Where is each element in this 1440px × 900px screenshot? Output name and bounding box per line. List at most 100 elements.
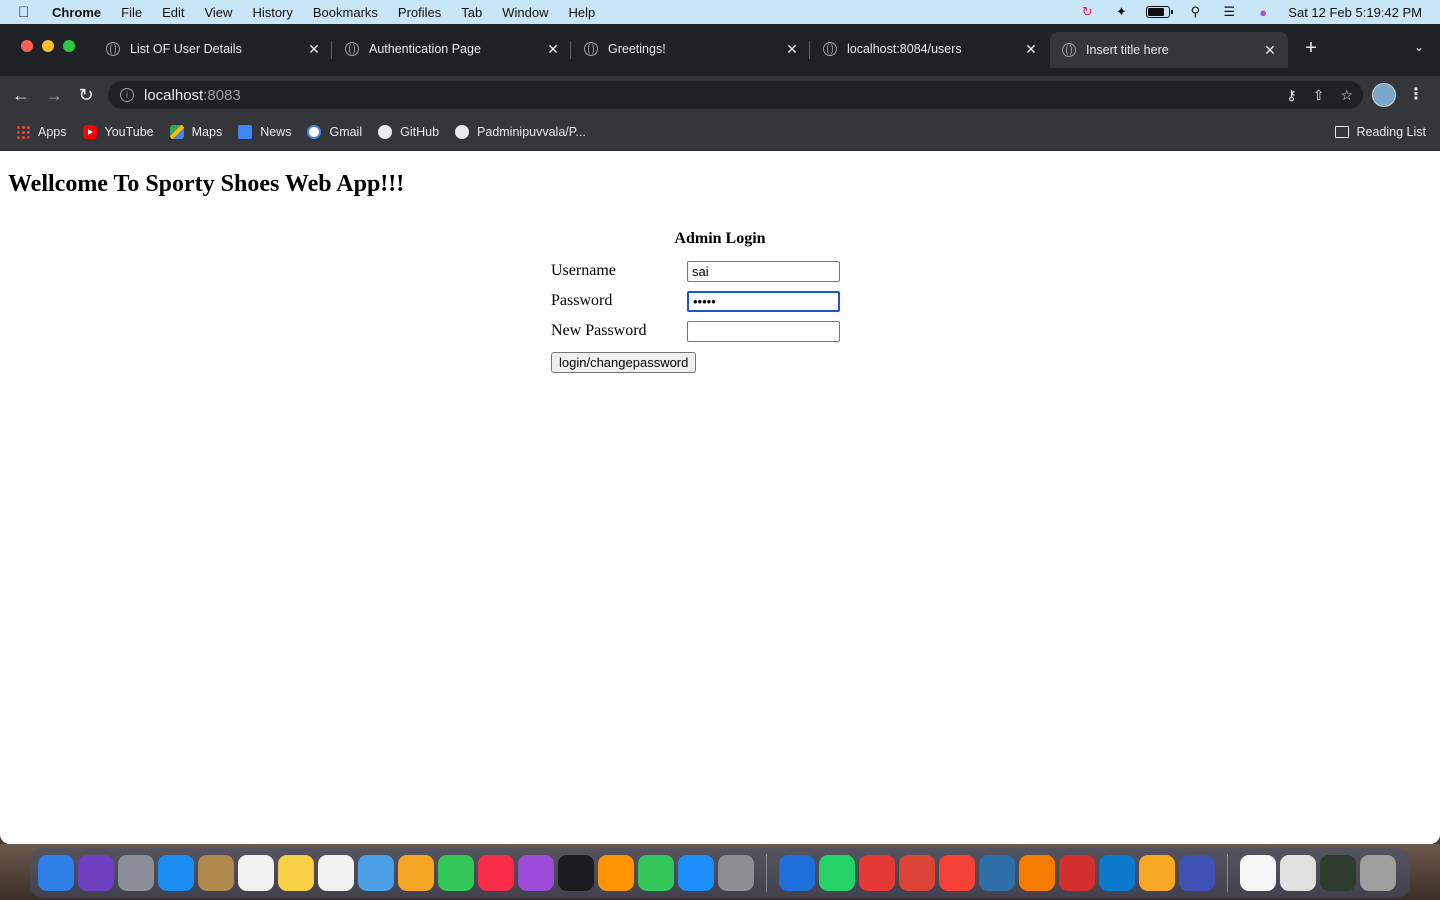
tab-list-of-user-details[interactable]: List OF User Details ✕ [94,32,332,66]
menu-view[interactable]: View [204,5,232,20]
dock-app-icon[interactable] [1240,855,1276,891]
dock-app-icon[interactable] [779,855,815,891]
reading-list-button[interactable]: Reading List [1334,125,1427,139]
tab-strip: List OF User Details ✕ Authentication Pa… [0,24,1440,76]
menu-window[interactable]: Window [502,5,548,20]
minimize-window-button[interactable] [42,40,54,52]
dock-app-icon[interactable] [278,855,314,891]
dock-app-icon[interactable] [78,855,114,891]
control-center-icon[interactable]: ☰ [1220,4,1238,19]
site-info-icon[interactable]: i [120,88,134,102]
dock-app-icon[interactable] [1099,855,1135,891]
dock-app-icon[interactable] [1320,855,1356,891]
tab-label: localhost:8084/users [847,42,962,56]
tab-search-chevron-icon[interactable]: ⌄ [1414,40,1424,54]
password-label: Password [551,292,613,309]
dock-app-icon[interactable] [598,855,634,891]
close-icon[interactable]: ✕ [1262,42,1278,59]
dock-app-icon[interactable] [819,855,855,891]
menu-bookmarks[interactable]: Bookmarks [313,5,378,20]
spotlight-search-icon[interactable]: ⚲ [1186,4,1204,19]
dock-app-icon[interactable] [158,855,194,891]
password-input[interactable] [687,291,840,312]
close-icon[interactable]: ✕ [784,41,800,58]
bookmark-padminipuvvala[interactable]: Padminipuvvala/P... [455,125,586,139]
battery-icon[interactable] [1146,6,1174,18]
dock-app-icon[interactable] [1179,855,1215,891]
new-password-input[interactable] [687,321,840,342]
star-icon[interactable]: ☆ [1340,87,1353,104]
menu-tab[interactable]: Tab [461,5,482,20]
sync-icon[interactable]: ↻ [1078,4,1096,19]
apple-icon[interactable]:  [18,4,36,21]
more-menu-icon[interactable]: ⋮ [1408,84,1424,104]
menubar-clock[interactable]: Sat 12 Feb 5:19:42 PM [1288,5,1422,20]
dock-app-icon[interactable] [1139,855,1175,891]
menu-app-chrome[interactable]: Chrome [52,5,101,20]
dock-app-icon[interactable] [518,855,554,891]
zoom-window-button[interactable] [63,40,75,52]
dock-app-icon[interactable] [398,855,434,891]
bluetooth-icon[interactable]: ✦ [1112,4,1130,19]
dock-app-icon[interactable] [638,855,674,891]
google-icon [307,125,322,139]
reading-list-label: Reading List [1356,125,1427,139]
tab-localhost-users[interactable]: localhost:8084/users ✕ [811,32,1049,66]
close-icon[interactable]: ✕ [1023,41,1039,58]
dock-app-icon[interactable] [438,855,474,891]
bookmark-youtube[interactable]: YouTube [82,125,154,139]
close-icon[interactable]: ✕ [545,41,561,58]
dock-app-icon[interactable] [979,855,1015,891]
back-arrow-icon[interactable]: ← [10,84,32,106]
dock-app-icon[interactable] [478,855,514,891]
close-window-button[interactable] [21,40,33,52]
dock-app-icon[interactable] [558,855,594,891]
dock-app-icon[interactable] [1059,855,1095,891]
dock-app-icon[interactable] [899,855,935,891]
dock-app-icon[interactable] [718,855,754,891]
dock-app-icon[interactable] [939,855,975,891]
globe-icon [823,42,837,56]
dock-app-icon[interactable] [38,855,74,891]
bookmark-apps[interactable]: Apps [16,125,67,139]
menu-profiles[interactable]: Profiles [398,5,441,20]
dock-app-icon[interactable] [318,855,354,891]
desktop-background [0,844,1440,900]
bookmark-news[interactable]: News [238,125,291,139]
tab-authentication-page[interactable]: Authentication Page ✕ [333,32,571,66]
bookmark-maps[interactable]: Maps [169,125,222,139]
username-input[interactable] [687,261,840,282]
dock-app-icon[interactable] [118,855,154,891]
new-tab-button[interactable]: + [1300,37,1322,60]
globe-icon [584,42,598,56]
key-icon[interactable]: ⚷ [1286,87,1296,104]
close-icon[interactable]: ✕ [306,41,322,58]
menu-help[interactable]: Help [569,5,596,20]
profile-avatar[interactable] [1372,83,1396,107]
siri-icon[interactable]: ● [1254,5,1272,20]
bookmark-label: Apps [38,125,67,139]
share-icon[interactable]: ⇧ [1313,87,1325,104]
dock-app-icon[interactable] [1360,855,1396,891]
menu-edit[interactable]: Edit [162,5,184,20]
dock-app-icon[interactable] [238,855,274,891]
menu-history[interactable]: History [252,5,292,20]
dock-app-icon[interactable] [198,855,234,891]
dock-app-icon[interactable] [1280,855,1316,891]
username-row: Username [551,261,851,283]
bookmark-github[interactable]: GitHub [378,125,439,139]
login-changepassword-button[interactable]: login/changepassword [551,352,697,373]
username-label: Username [551,262,616,279]
reload-icon[interactable]: ↻ [75,84,97,106]
url-port: :8083 [203,86,241,104]
tab-greetings[interactable]: Greetings! ✕ [572,32,810,66]
forward-arrow-icon[interactable]: → [43,84,65,106]
dock-app-icon[interactable] [358,855,394,891]
tab-insert-title-here[interactable]: Insert title here ✕ [1050,32,1288,68]
dock-app-icon[interactable] [1019,855,1055,891]
dock-app-icon[interactable] [859,855,895,891]
menu-file[interactable]: File [121,5,142,20]
dock-app-icon[interactable] [678,855,714,891]
bookmark-gmail[interactable]: Gmail [307,125,362,139]
address-bar[interactable]: i localhost:8083 ⚷ ⇧ ☆ [108,81,1363,109]
